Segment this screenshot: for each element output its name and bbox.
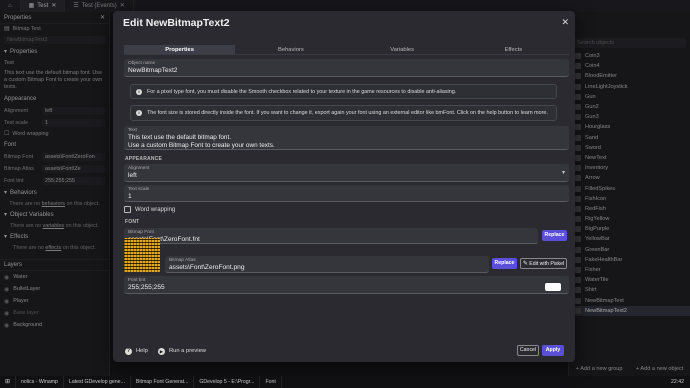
start-button[interactable]: ⊞ bbox=[0, 376, 17, 388]
apply-button[interactable]: Apply bbox=[542, 345, 564, 356]
chevron-down-icon: ▾ bbox=[561, 170, 565, 176]
taskbar-item-label: Font bbox=[265, 379, 276, 385]
tab-variables[interactable]: Variables bbox=[347, 45, 458, 54]
taskbar-item[interactable]: Latest GDevelop gene... bbox=[64, 376, 131, 388]
text-line-1: This text use the default bitmap font. bbox=[128, 134, 232, 141]
run-preview-label: Run a preview bbox=[168, 348, 206, 354]
alignment-select[interactable]: Alignment left ▾ bbox=[124, 164, 569, 182]
app-window: ⌂ ▦ Test ✕ ☰ Test (Events) ✕ Properties … bbox=[0, 0, 690, 388]
text-field[interactable]: Text This text use the default bitmap fo… bbox=[124, 126, 569, 150]
font-size-info-text: The font size is stored directly inside … bbox=[147, 110, 548, 116]
taskbar-item-label: GDevelop 5 - E:\Progr... bbox=[199, 379, 255, 385]
info-icon: i bbox=[136, 88, 142, 95]
edit-with-piskel-button[interactable]: ✎ Edit with Piskel bbox=[520, 258, 567, 269]
play-icon: ▶ bbox=[157, 347, 165, 355]
dialog-tabs: Properties Behaviors Variables Effects bbox=[124, 45, 569, 55]
object-name-label: Object name bbox=[128, 61, 156, 66]
text-line-2: Use a custom Bitmap Font to create your … bbox=[128, 142, 275, 149]
font-section-title: FONT bbox=[125, 219, 140, 225]
checkbox-icon[interactable] bbox=[124, 206, 131, 213]
alignment-label: Alignment bbox=[128, 166, 150, 171]
text-scale-label: Text scale bbox=[128, 187, 150, 192]
help-label: Help bbox=[136, 348, 148, 354]
object-name-field[interactable]: Object name NewBitmapText2 bbox=[124, 59, 569, 77]
taskbar-item[interactable]: nolics - Winamp bbox=[16, 376, 64, 388]
run-preview-button[interactable]: ▶ Run a preview bbox=[157, 347, 206, 355]
font-size-info: i The font size is stored directly insid… bbox=[130, 105, 557, 121]
edit-icon: ✎ bbox=[522, 261, 528, 267]
bitmap-font-label: Bitmap Font bbox=[128, 230, 154, 235]
info-icon: i bbox=[136, 110, 142, 116]
edit-with-piskel-label: Edit with Piskel bbox=[529, 261, 565, 267]
windows-icon: ⊞ bbox=[5, 379, 11, 385]
word-wrapping-label: Word wrapping bbox=[135, 206, 176, 213]
taskbar-clock: 22:42 bbox=[671, 379, 684, 385]
pixel-font-info: i For a pixel type font, you must disabl… bbox=[130, 84, 557, 99]
pixel-font-info-text: For a pixel type font, you must disable … bbox=[147, 88, 457, 95]
close-icon[interactable]: ✕ bbox=[561, 17, 569, 28]
taskbar-item-label: nolics - Winamp bbox=[21, 379, 58, 385]
bitmap-atlas-label: Bitmap Atlas bbox=[169, 258, 196, 263]
dialog-footer: ? Help ▶ Run a preview Cancel Apply bbox=[113, 340, 575, 362]
taskbar-item[interactable]: GDevelop 5 - E:\Progr... bbox=[194, 376, 261, 388]
font-tint-value: 255;255;255 bbox=[128, 284, 165, 291]
bitmap-atlas-value: assets\Font\ZeroFont.png bbox=[169, 264, 245, 271]
tab-properties[interactable]: Properties bbox=[124, 45, 236, 54]
object-name-value: NewBitmapText2 bbox=[128, 67, 178, 74]
font-tint-color-swatch[interactable] bbox=[545, 283, 561, 291]
taskbar-item[interactable]: Bitmap Font Generat... bbox=[131, 376, 195, 388]
text-label: Text bbox=[128, 128, 137, 133]
tab-effects[interactable]: Effects bbox=[458, 45, 569, 54]
text-scale-field[interactable]: Text scale 1 bbox=[124, 185, 569, 202]
replace-font-button[interactable]: Replace bbox=[542, 230, 567, 241]
os-taskbar: ⊞ nolics - Winamp Latest GDevelop gene..… bbox=[0, 376, 690, 388]
text-scale-value: 1 bbox=[128, 193, 132, 200]
edit-object-dialog: Edit NewBitmapText2 ✕ Properties Behavio… bbox=[113, 11, 575, 362]
bitmap-font-field[interactable]: Bitmap Font assets\Font\ZeroFont.fnt bbox=[124, 228, 538, 244]
cancel-button[interactable]: Cancel bbox=[517, 345, 539, 356]
appearance-section-title: APPEARANCE bbox=[125, 156, 163, 162]
word-wrapping-checkbox[interactable]: Word wrapping bbox=[124, 206, 175, 213]
dialog-title: Edit NewBitmapText2 bbox=[123, 17, 230, 29]
taskbar-item-label: Latest GDevelop gene... bbox=[68, 379, 125, 385]
bitmap-atlas-field[interactable]: Bitmap Atlas assets\Font\ZeroFont.png bbox=[165, 256, 489, 273]
bitmap-atlas-preview bbox=[124, 238, 160, 272]
alignment-value: left bbox=[128, 172, 137, 179]
replace-atlas-button[interactable]: Replace bbox=[492, 258, 517, 269]
tab-behaviors[interactable]: Behaviors bbox=[235, 45, 346, 54]
help-button[interactable]: ? Help bbox=[125, 347, 148, 355]
font-tint-label: Font tint bbox=[128, 278, 146, 283]
font-tint-field[interactable]: Font tint 255;255;255 bbox=[124, 276, 569, 294]
taskbar-item-label: Bitmap Font Generat... bbox=[135, 379, 189, 385]
help-icon: ? bbox=[125, 347, 132, 355]
taskbar-item[interactable]: Font bbox=[260, 376, 282, 388]
